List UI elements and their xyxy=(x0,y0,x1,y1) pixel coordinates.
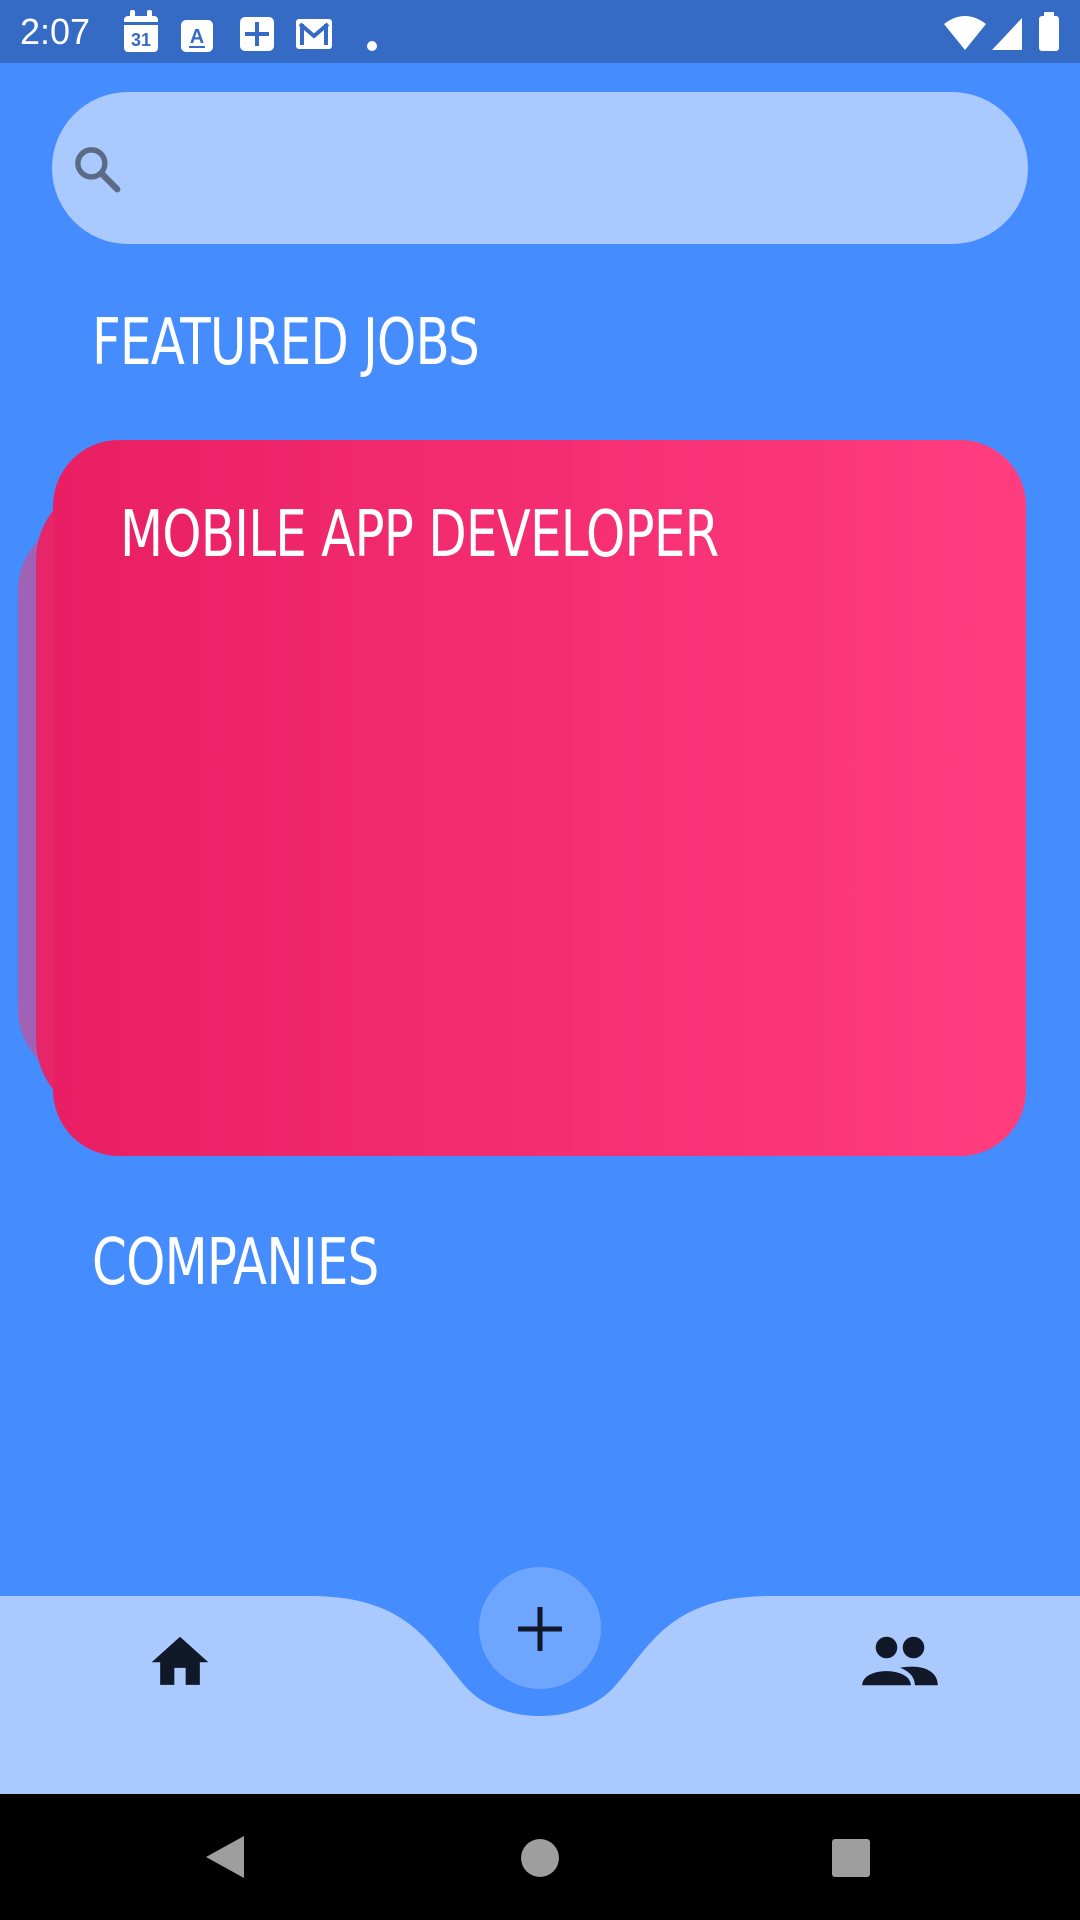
search-input[interactable] xyxy=(140,120,1004,218)
status-time: 2:07 xyxy=(20,11,91,52)
featured-jobs-title: FEATURED JOBS xyxy=(92,306,480,380)
status-bar: 2:07 31 A xyxy=(0,0,1080,63)
translate-icon: A xyxy=(181,20,213,52)
gmail-icon xyxy=(296,19,332,49)
wifi-icon xyxy=(944,16,986,50)
system-nav-bar xyxy=(0,1794,1080,1920)
back-icon[interactable] xyxy=(204,1834,246,1880)
calendar-icon: 31 xyxy=(124,10,158,52)
add-icon xyxy=(518,1607,562,1651)
signal-icon xyxy=(992,18,1022,50)
add-box-icon xyxy=(240,17,274,51)
dot-icon xyxy=(367,41,377,51)
home-icon[interactable] xyxy=(146,1628,214,1688)
people-icon[interactable] xyxy=(862,1634,938,1688)
screen: 2:07 31 A FEATURED JOBS MOBILE APP DEVEL… xyxy=(0,0,1080,1920)
battery-icon xyxy=(1039,12,1059,51)
recents-icon[interactable] xyxy=(831,1838,871,1878)
search-icon[interactable] xyxy=(70,142,124,196)
svg-text:A: A xyxy=(190,26,204,48)
home-circle-icon[interactable] xyxy=(520,1838,560,1878)
companies-title: COMPANIES xyxy=(92,1226,379,1300)
job-card-title: MOBILE APP DEVELOPER xyxy=(120,498,719,572)
calendar-day: 31 xyxy=(131,30,151,50)
